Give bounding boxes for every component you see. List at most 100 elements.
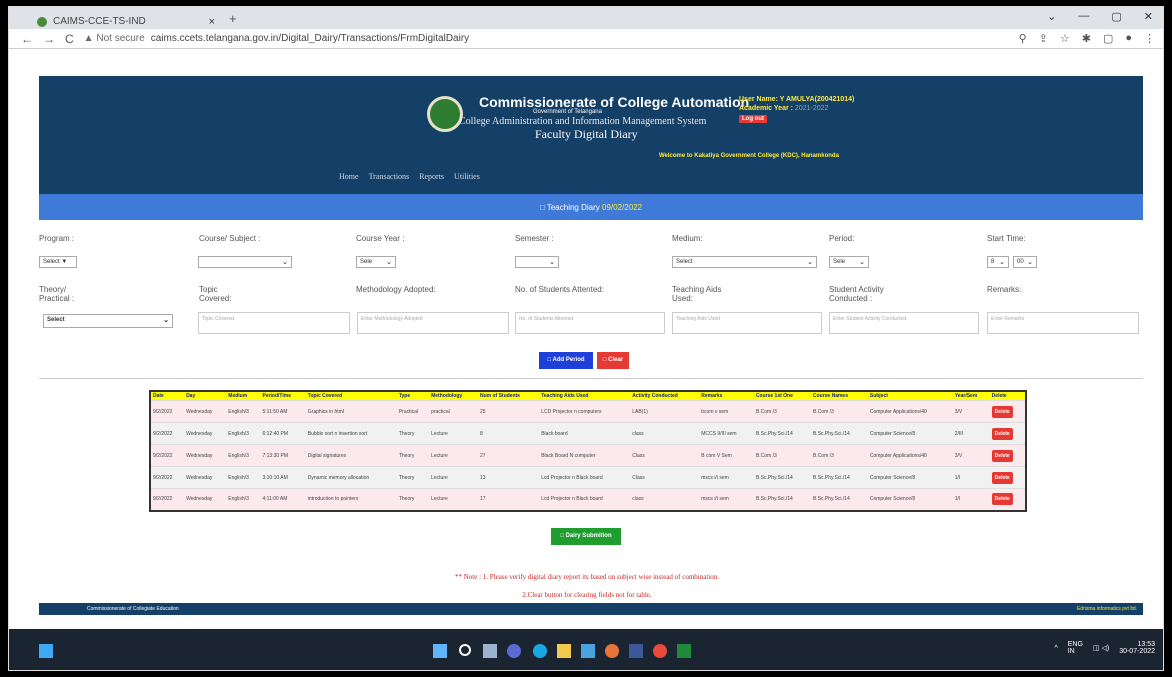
table-cell-delete: Delete [989,400,1026,423]
site-favicon-icon [37,16,47,27]
forward-icon[interactable]: → [43,32,55,46]
tab-caims[interactable]: CAIMS-CCE-TS-IND × [31,10,221,29]
period-select[interactable]: Sele ⌄ [829,256,869,268]
dairy-submit-button[interactable]: □ Dairy Submition [551,528,621,545]
program-select[interactable]: Select ▼ [39,256,77,268]
semester-select[interactable]: ⌄ [515,256,559,268]
chevron-down-icon: ⌄ [282,259,288,266]
photos-icon[interactable] [629,644,643,658]
medium-select[interactable]: Select ⌄ [672,256,817,268]
search-icon[interactable] [459,644,471,656]
close-window-icon[interactable]: ✕ [1144,10,1153,23]
chrome-icon[interactable] [653,644,667,658]
menu-utilities[interactable]: Utilities [454,172,480,181]
site-title: Commissionerate of College Automation [479,94,750,110]
theory-practical-select[interactable]: Select ⌄ [43,314,173,328]
file-explorer-icon[interactable] [557,644,571,658]
maximize-icon[interactable]: ▢ [1111,10,1121,23]
bookmark-star-icon[interactable]: ☆ [1060,32,1070,45]
col-methodology: Methodology [429,391,478,401]
table-cell: Class [630,444,700,467]
delete-button[interactable]: Delete [991,427,1013,440]
table-row: 9/2/2022 Wednesday English/3 7:13:30 PM Digi… [150,444,1026,467]
volume-icon[interactable]: ◫ ◁) [1093,644,1109,652]
chevron-down-icon: ⌄ [859,259,865,266]
student-activity-field[interactable]: Enter Student Activity Conducted [829,312,979,334]
logout-button[interactable]: Log out [739,115,767,123]
new-tab-icon[interactable]: + [229,11,237,26]
share-icon[interactable]: ⇪ [1039,32,1048,45]
clock-date: 30-07-2022 [1119,648,1155,655]
start-icon[interactable] [433,644,447,658]
teams-icon[interactable] [507,644,521,658]
nav-buttons: ← → C [21,32,74,46]
not-secure-badge[interactable]: ▲ Not secure [84,33,145,44]
user-name: User Name: Y AMULYA(200421014) [739,96,855,103]
delete-button[interactable]: Delete [991,405,1013,418]
start-hour-select[interactable]: 8 ⌄ [987,256,1009,268]
label-topic-covered: Topic Covered: [199,285,232,303]
teaching-diary-heading: □ Teaching Diary [539,203,600,212]
profile-icon[interactable]: ● [1125,32,1132,45]
excel-icon[interactable] [677,644,691,658]
tray-chevron-icon[interactable]: ^ [1054,645,1057,652]
language-indicator[interactable]: ENG IN [1068,641,1083,655]
label-course-subject: Course/ Subject : [199,234,261,243]
tab-close-icon[interactable]: × [209,16,215,28]
edge-icon[interactable] [533,644,547,658]
clock[interactable]: 13:53 30-07-2022 [1119,641,1155,655]
menu-transactions[interactable]: Transactions [369,172,410,181]
label-program: Program : [39,234,75,243]
remarks-field[interactable]: Enter Remarks [987,312,1139,334]
clear-button[interactable]: □ Clear [597,352,629,369]
tab-search-icon[interactable]: ⌄ [1047,10,1056,23]
methodology-field[interactable]: Enter Methodology Adopted [357,312,509,334]
footer-right-link[interactable]: Edrisma informatics pvt ltd. [1077,606,1137,612]
academic-year-value: 2021-2022 [794,105,829,112]
sidepanel-icon[interactable]: ▢ [1103,32,1113,45]
store-icon[interactable] [581,644,595,658]
course-subject-select[interactable]: ⌄ [198,256,292,268]
teaching-aids-field[interactable]: Teaching Aids Used [672,312,822,334]
table-cell: English/3 [226,400,261,423]
table-row: 9/2/2022 Wednesday English/3 6:12:40 PM Bubb… [150,422,1026,445]
extensions-icon[interactable]: ✱ [1082,32,1091,45]
label-period: Period: [829,234,855,243]
table-cell: Lcd Projector n Black board [539,488,631,511]
col-year-sem: Year/Sem [952,391,990,401]
table-cell: English/3 [226,422,261,445]
menu-icon[interactable]: ⋮ [1144,32,1155,45]
delete-button[interactable]: Delete [991,471,1013,484]
minimize-icon[interactable]: — [1078,10,1089,23]
table-cell: 13 [477,466,540,489]
back-icon[interactable]: ← [21,32,33,46]
course-year-select[interactable]: Sele ⌄ [356,256,396,268]
label-remarks: Remarks: [987,285,1022,294]
period-value: Sele [833,259,846,265]
zoom-icon[interactable]: ⚲ [1019,32,1027,45]
table-cell: Computer Applications/40 [867,444,953,467]
table-cell: English/3 [226,466,261,489]
menu-home[interactable]: Home [339,172,359,181]
reload-icon[interactable]: C [65,32,74,46]
menu-reports[interactable]: Reports [419,172,444,181]
topic-covered-field[interactable]: Topic Covered [198,312,350,334]
add-period-button[interactable]: □ Add Period [539,352,593,369]
table-cell: B.Sc.Phy.Sci./14 [810,466,868,489]
col-teaching-aids: Teaching Aids Used [539,391,631,401]
num-students-field[interactable]: No. of Students Attented [515,312,665,334]
table-cell: 3:10:10 AM [260,466,306,489]
site-subtitle: College Administration and Information M… [459,116,707,127]
site-footer: Commissionerate of Collegiate Education … [39,603,1143,615]
start-minute-select[interactable]: 00 ⌄ [1013,256,1037,268]
app-icon[interactable] [605,644,619,658]
table-cell: Computer Applications/40 [867,400,953,423]
delete-button[interactable]: Delete [991,493,1013,506]
table-cell: 5:11:50 AM [260,400,306,423]
table-cell: B.Com /3 [753,444,811,467]
url-field[interactable]: caims.ccets.telangana.gov.in/Digital_Dai… [151,33,469,44]
widgets-icon[interactable] [39,644,53,658]
course-year-value: Sele [360,259,373,265]
task-view-icon[interactable] [483,644,497,658]
delete-button[interactable]: Delete [991,449,1013,462]
